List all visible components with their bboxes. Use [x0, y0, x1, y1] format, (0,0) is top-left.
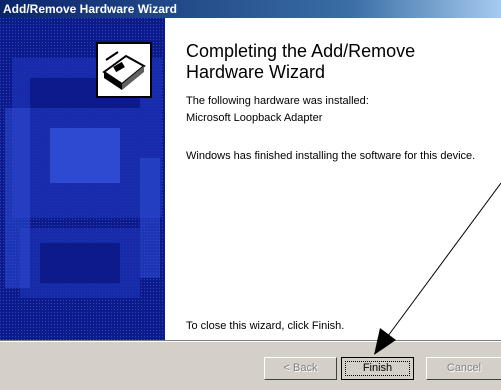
footer-divider	[0, 341, 501, 342]
close-hint: To close this wizard, click Finish.	[186, 320, 345, 332]
device-name: Microsoft Loopback Adapter	[186, 112, 323, 124]
wizard-window: Add/Remove Hardware Wizard Completing th…	[0, 0, 501, 390]
hardware-card-icon	[96, 42, 152, 98]
cancel-button[interactable]: Cancel	[426, 357, 501, 380]
title-bar[interactable]: Add/Remove Hardware Wizard	[0, 0, 501, 18]
page-heading: Completing the Add/Remove Hardware Wizar…	[186, 41, 416, 82]
finished-message: Windows has finished installing the soft…	[186, 150, 476, 162]
window-title: Add/Remove Hardware Wizard	[3, 2, 177, 16]
back-button-label: < Back	[283, 362, 318, 374]
installed-label: The following hardware was installed:	[186, 95, 369, 107]
finish-button-label: Finish	[362, 362, 393, 374]
finish-button[interactable]: Finish	[341, 357, 414, 380]
cancel-button-label: Cancel	[446, 362, 482, 374]
back-button[interactable]: < Back	[264, 357, 337, 380]
